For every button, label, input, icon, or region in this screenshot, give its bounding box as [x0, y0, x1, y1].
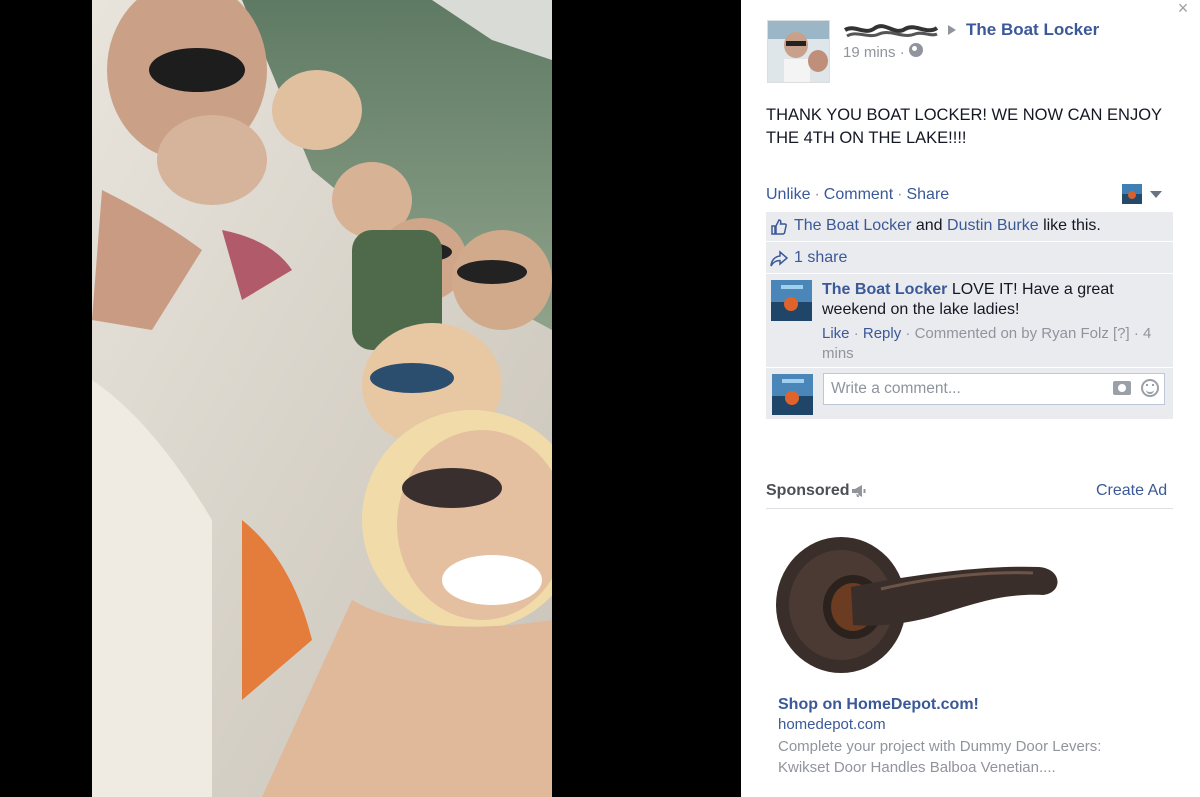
post-panel: × The Boat Locker 19 mins · THANK YOU BO… [741, 0, 1200, 797]
likes-suffix: like this. [1043, 217, 1101, 234]
comment-like-button[interactable]: Like [822, 325, 850, 342]
close-icon[interactable]: × [1173, 0, 1193, 18]
share-arrow-icon [770, 250, 788, 267]
ad-description[interactable]: Complete your project with Dummy Door Le… [778, 736, 1138, 778]
shares-count-link[interactable]: 1 share [794, 249, 847, 266]
likes-row: The Boat Locker and Dustin Burke like th… [766, 212, 1173, 242]
separator-1: · [814, 186, 820, 203]
liker-2-link[interactable]: Dustin Burke [947, 217, 1039, 234]
posting-as-avatar[interactable] [1122, 184, 1142, 204]
photo-illustration [92, 0, 552, 797]
post-actions: Unlike · Comment · Share [766, 186, 949, 204]
shares-row: 1 share [766, 242, 1173, 274]
ad-image[interactable] [771, 525, 1071, 685]
comment-input[interactable]: Write a comment... [823, 373, 1165, 405]
unlike-button[interactable]: Unlike [766, 186, 810, 203]
comment-input-placeholder: Write a comment... [831, 380, 961, 397]
separator-2: · [897, 186, 903, 203]
comment-body: The Boat Locker LOVE IT! Have a great we… [822, 280, 1142, 320]
thumbs-up-icon [771, 219, 787, 235]
comment-meta: Like · Reply · Commented on by Ryan Folz… [822, 325, 1152, 362]
commenter-avatar[interactable] [771, 280, 812, 321]
share-button[interactable]: Share [906, 186, 949, 203]
commented-by-note: Commented on by Ryan Folz [?] · [914, 325, 1139, 342]
sidebar-divider [766, 508, 1173, 509]
posting-as-avatar-image [1122, 184, 1142, 204]
megaphone-icon [852, 485, 866, 497]
create-ad-link[interactable]: Create Ad [1096, 482, 1167, 500]
likes-and: and [915, 217, 943, 234]
comment-button[interactable]: Comment [824, 186, 893, 203]
comment-item: The Boat Locker LOVE IT! Have a great we… [766, 274, 1173, 368]
feedback-box: The Boat Locker and Dustin Burke like th… [766, 212, 1173, 420]
photo-stage[interactable] [0, 0, 741, 797]
globe-icon[interactable] [909, 43, 923, 57]
composer-avatar [772, 374, 813, 415]
author-avatar-image [768, 21, 829, 82]
composer-avatar-image [772, 374, 813, 415]
commenter-avatar-image [771, 280, 812, 321]
comment-composer: Write a comment... [766, 368, 1173, 420]
chevron-down-icon[interactable] [1150, 191, 1162, 198]
author-name-redacted[interactable] [843, 22, 939, 40]
emoji-icon[interactable] [1141, 379, 1159, 397]
ad-title-link[interactable]: Shop on HomeDepot.com! [778, 696, 979, 714]
comment-reply-button[interactable]: Reply [863, 325, 901, 342]
comment-author-link[interactable]: The Boat Locker [822, 281, 947, 298]
post-timestamp[interactable]: 19 mins · [843, 44, 905, 61]
author-avatar[interactable] [767, 20, 830, 83]
target-page-link[interactable]: The Boat Locker [966, 20, 1099, 40]
post-text: THANK YOU BOAT LOCKER! WE NOW CAN ENJOY … [766, 106, 1162, 147]
camera-icon[interactable] [1113, 381, 1131, 395]
caret-right-icon [948, 25, 956, 35]
ad-domain-link[interactable]: homedepot.com [778, 716, 886, 733]
liker-1-link[interactable]: The Boat Locker [794, 217, 911, 234]
sponsored-heading: Sponsored [766, 482, 850, 499]
post-photo[interactable] [92, 0, 552, 797]
